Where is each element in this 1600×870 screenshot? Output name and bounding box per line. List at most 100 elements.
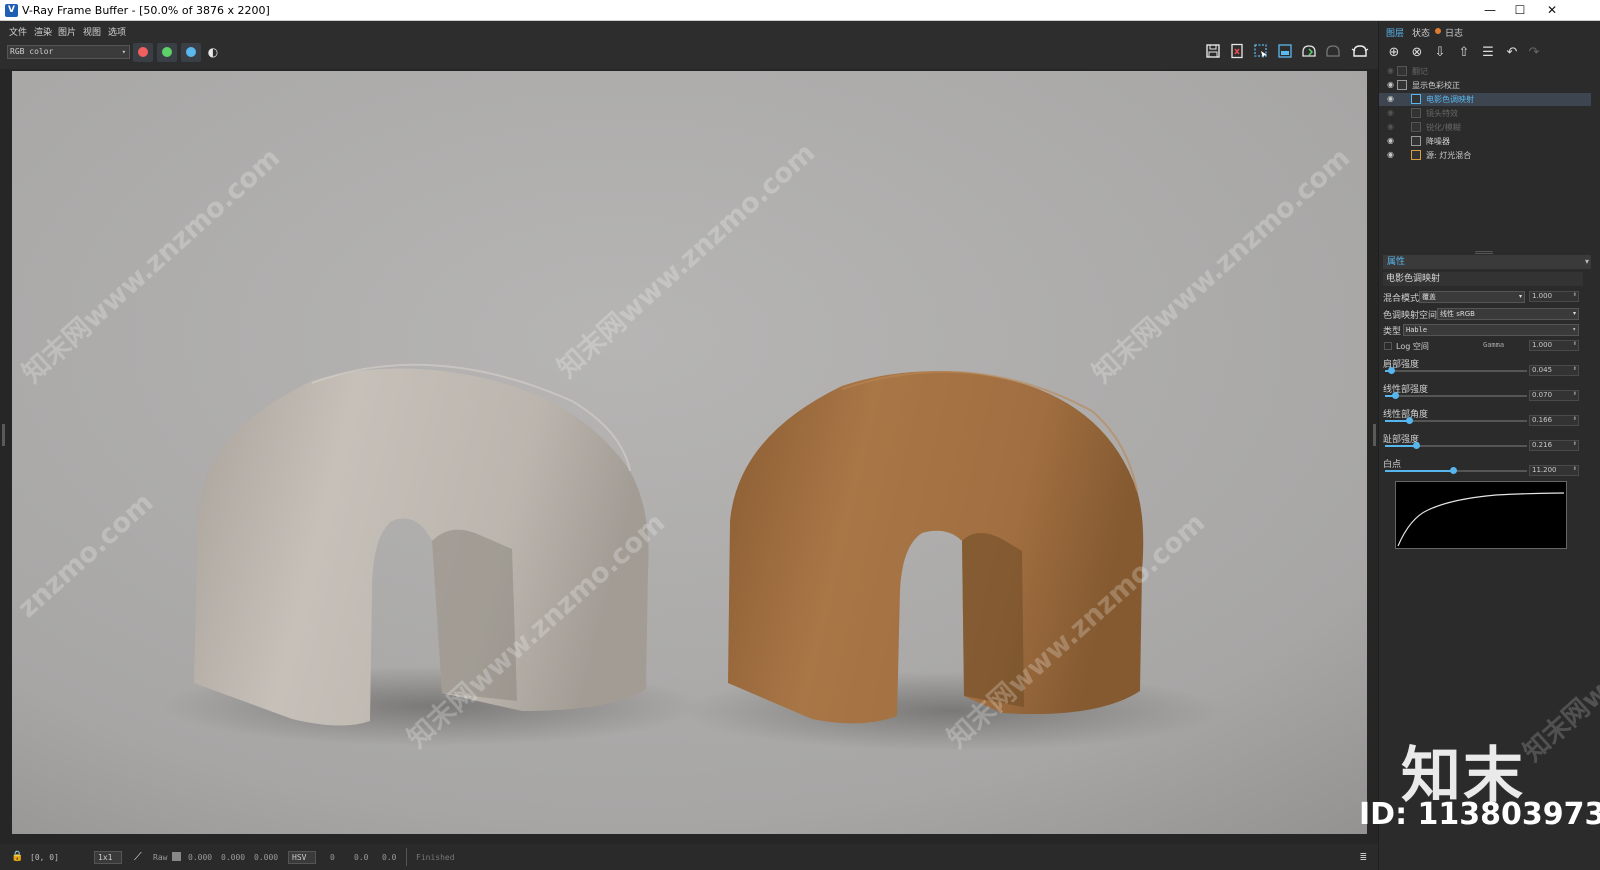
render-icon[interactable] (1351, 43, 1369, 61)
slider-track[interactable] (1385, 417, 1527, 424)
layer-type-icon (1411, 94, 1421, 104)
layer-label: 源: 灯光混合 (1426, 151, 1472, 160)
color-picker-icon[interactable]: ⟋ (134, 850, 142, 864)
region-render-icon[interactable] (1252, 43, 1270, 61)
zoom-select[interactable]: 1x1 (94, 851, 122, 864)
render-viewport[interactable]: 知末网www.znzmo.com 知末网www.znzmo.com 知末网www… (0, 69, 1378, 844)
slider-knob[interactable] (1391, 392, 1399, 399)
slider-value-field[interactable]: 0.070 ⬍ (1529, 390, 1579, 401)
spinner-icon[interactable]: ⬍ (1573, 365, 1577, 374)
layer-row[interactable]: ◉ 显示色彩校正 (1379, 79, 1591, 92)
blend-mode-select[interactable]: 覆盖 ▾ (1419, 291, 1525, 303)
slider-fill (1385, 470, 1454, 472)
stop-render-icon[interactable] (1324, 43, 1342, 61)
slider-knob[interactable] (1412, 442, 1420, 449)
brand-id: ID: 1138039738 (1359, 797, 1600, 832)
spinner-icon[interactable]: ⬍ (1573, 390, 1577, 399)
layer-row[interactable]: ◉ 锐化/模糊 (1379, 121, 1591, 134)
menu-view[interactable]: 视图 (83, 25, 101, 38)
lock-icon[interactable]: 🔒 (11, 851, 23, 862)
visibility-eye-icon[interactable]: ◉ (1387, 94, 1394, 103)
layer-row[interactable]: ◉ 降噪器 (1379, 135, 1591, 148)
visibility-eye-icon[interactable]: ◉ (1387, 108, 1394, 117)
layer-row[interactable]: ◉ 镜头特效 (1379, 107, 1591, 120)
slider-value-field[interactable]: 0.045 ⬍ (1529, 365, 1579, 376)
tab-log[interactable]: 日志 (1445, 26, 1463, 39)
spinner-icon[interactable]: ⬍ (1573, 440, 1577, 449)
redo-icon[interactable]: ↷ (1525, 44, 1543, 62)
save-layers-icon[interactable]: ⇩ (1431, 44, 1449, 62)
render-state: Finished (416, 853, 455, 862)
track-mouse-icon[interactable] (1276, 43, 1294, 61)
clear-image-icon[interactable] (1228, 43, 1246, 61)
viewport-right-handle[interactable] (1373, 424, 1376, 446)
monochrome-icon[interactable]: ◐ (204, 43, 222, 61)
spinner-icon[interactable]: ⬍ (1573, 291, 1577, 300)
log-toggle-icon[interactable]: ≣ (1360, 850, 1367, 863)
menu-options[interactable]: 选项 (108, 25, 126, 38)
spinner-icon[interactable]: ⬍ (1573, 415, 1577, 424)
layer-type-icon (1397, 66, 1407, 76)
load-layers-icon[interactable]: ⇧ (1455, 44, 1473, 62)
slider-value-field[interactable]: 0.216 ⬍ (1529, 440, 1579, 451)
blue-channel-button[interactable] (181, 43, 201, 62)
spinner-icon[interactable]: ⬍ (1573, 340, 1577, 349)
red-channel-button[interactable] (133, 43, 153, 62)
slider-value-field[interactable]: 11.200 ⬍ (1529, 465, 1579, 476)
maximize-button[interactable]: ☐ (1504, 0, 1536, 21)
layer-type-icon (1411, 108, 1421, 118)
log-alert-icon (1435, 28, 1441, 34)
g-value: 0.000 (221, 853, 246, 862)
layer-row-selected[interactable]: ◉ 电影色调映射 (1379, 93, 1591, 106)
layer-row[interactable]: ◉ 翻记 (1379, 65, 1591, 78)
slider-track[interactable] (1385, 442, 1527, 449)
visibility-eye-icon[interactable]: ◉ (1387, 122, 1394, 131)
layer-row[interactable]: ◉ 源: 灯光混合 (1379, 149, 1591, 162)
menu-image[interactable]: 图片 (58, 25, 76, 38)
tonemap-space-select[interactable]: 线性 sRGB ▾ (1437, 308, 1579, 320)
gamma-field[interactable]: 1.000 ⬍ (1529, 340, 1579, 351)
visibility-eye-icon[interactable]: ◉ (1387, 66, 1394, 75)
slider-track[interactable] (1385, 367, 1527, 374)
color-mode-select[interactable]: HSV (288, 851, 316, 864)
visibility-eye-icon[interactable]: ◉ (1387, 80, 1394, 89)
slider-knob[interactable] (1388, 367, 1396, 374)
log-space-label: Log 空间 (1396, 342, 1429, 351)
side-panel: 图层 状态 日志 ⊕ ⊗ ⇩ ⇧ ☰ ↶ ↷ ◉ 翻记 ◉ 显示色彩校正 ◉ 电… (1359, 21, 1600, 870)
slider-track[interactable] (1385, 392, 1527, 399)
render-interactive-icon[interactable] (1300, 43, 1318, 61)
slider-knob[interactable] (1405, 417, 1413, 424)
properties-header: 属性 ▾ (1383, 255, 1591, 269)
slider-knob[interactable] (1450, 467, 1458, 474)
channel-value: RGB color (10, 47, 54, 56)
slider-track[interactable] (1385, 467, 1527, 474)
delete-layer-icon[interactable]: ⊗ (1408, 44, 1426, 62)
layer-name-field[interactable]: 电影色调映射 (1383, 272, 1583, 286)
close-button[interactable]: ✕ (1536, 0, 1568, 21)
gamma-value: 1.000 (1532, 341, 1553, 349)
layer-presets-icon[interactable]: ☰ (1479, 44, 1497, 62)
viewport-left-handle[interactable] (2, 424, 5, 446)
visibility-eye-icon[interactable]: ◉ (1387, 150, 1394, 159)
add-layer-icon[interactable]: ⊕ (1385, 44, 1403, 62)
slider-value: 11.200 (1532, 466, 1557, 474)
layer-name-value: 电影色调映射 (1386, 274, 1441, 284)
tab-layers[interactable]: 图层 (1386, 26, 1404, 39)
green-channel-button[interactable] (157, 43, 177, 62)
slider-value-field[interactable]: 0.166 ⬍ (1529, 415, 1579, 426)
tab-stats[interactable]: 状态 (1412, 26, 1430, 39)
save-image-icon[interactable] (1204, 43, 1222, 61)
slider-value: 0.166 (1532, 416, 1553, 424)
menu-render[interactable]: 渲染 (34, 25, 52, 38)
undo-icon[interactable]: ↶ (1503, 44, 1521, 62)
panel-splitter[interactable] (1475, 251, 1493, 254)
visibility-eye-icon[interactable]: ◉ (1387, 136, 1394, 145)
blend-amount-field[interactable]: 1.000 ⬍ (1529, 291, 1579, 302)
log-space-checkbox[interactable] (1384, 342, 1392, 350)
type-select[interactable]: Hable ▾ (1403, 324, 1579, 336)
spinner-icon[interactable]: ⬍ (1573, 465, 1577, 474)
properties-menu-icon[interactable]: ▾ (1585, 255, 1589, 269)
minimize-button[interactable]: — (1474, 0, 1506, 21)
menu-file[interactable]: 文件 (9, 25, 27, 38)
channel-select[interactable]: RGB color ▾ (7, 45, 130, 59)
